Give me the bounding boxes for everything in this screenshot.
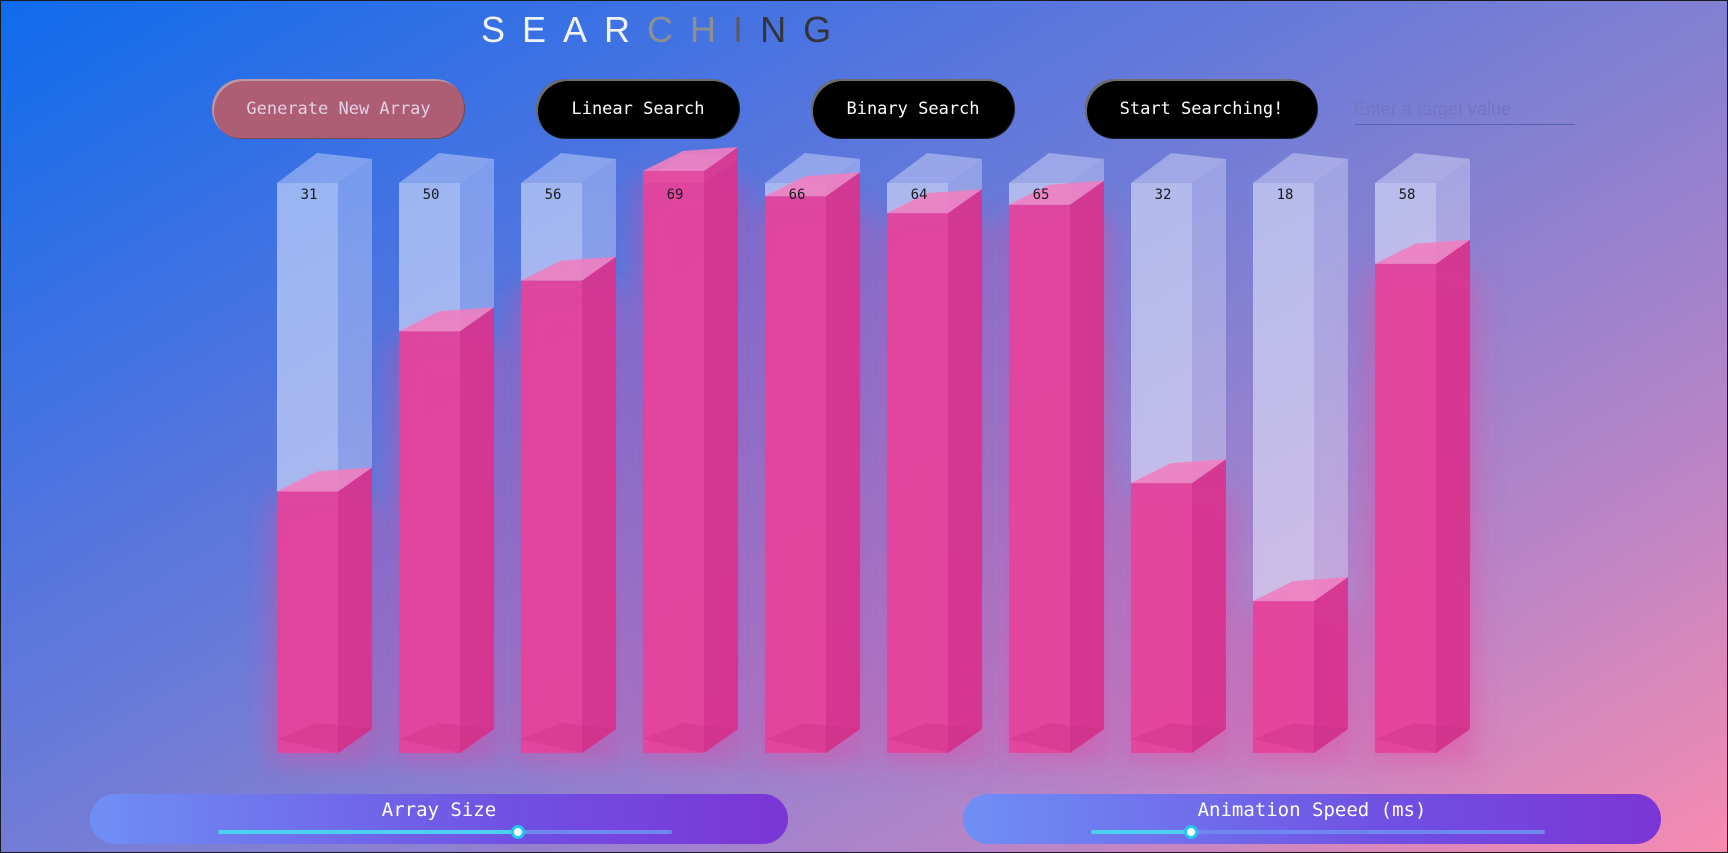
bar-glass-side [1192, 159, 1226, 484]
array-size-label: Array Size [381, 799, 497, 821]
array-size-slider-thumb[interactable] [510, 825, 525, 839]
title-letter: S [481, 9, 523, 50]
animation-speed-slider-thumb[interactable] [1183, 825, 1198, 839]
bar-fill-front [521, 280, 582, 753]
array-bar[interactable]: 64 [881, 153, 988, 763]
bar-glass-side [460, 159, 494, 332]
bar-fill-side [704, 147, 738, 753]
bar-fill-side [948, 189, 982, 753]
bar-glass-front [1253, 183, 1314, 602]
bar-value-label: 56 [545, 187, 562, 203]
bar-fill-front [887, 213, 948, 753]
bar-fill-front [1009, 204, 1070, 753]
array-bar[interactable]: 65 [1003, 153, 1110, 763]
bar-glass-side [1314, 159, 1348, 602]
bar-fill-front [643, 171, 704, 753]
bar-fill-front [277, 491, 338, 753]
title-letter: N [760, 9, 804, 50]
title-letter: G [803, 9, 849, 50]
bar-value-label: 50 [423, 187, 440, 203]
bar-value-label: 32 [1155, 187, 1172, 203]
array-bar[interactable]: 18 [1247, 153, 1354, 763]
bar-fill-side [338, 467, 372, 753]
bar-fill-side [1070, 180, 1104, 753]
bar-fill-front [1375, 263, 1436, 753]
bar-fill-side [826, 172, 860, 754]
array-size-panel: Array Size [90, 794, 788, 844]
bar-fill-side [1192, 459, 1226, 753]
bar-fill-side [1436, 239, 1470, 754]
bar-fill-front [399, 331, 460, 753]
title-letter: C [647, 9, 691, 50]
array-bar[interactable]: 58 [1369, 153, 1476, 763]
array-bar[interactable]: 56 [515, 153, 622, 763]
bar-fill-front [765, 196, 826, 754]
title-letter: H [690, 9, 734, 50]
array-bar[interactable]: 66 [759, 153, 866, 764]
array-bar[interactable]: 32 [1125, 153, 1232, 763]
bar-value-label: 66 [789, 187, 806, 203]
array-bar[interactable]: 50 [393, 153, 500, 763]
target-value-input[interactable] [1354, 95, 1575, 125]
array-bar[interactable]: 69 [637, 147, 744, 763]
binary-search-button[interactable]: Binary Search [811, 79, 1015, 139]
title-letter: R [604, 9, 648, 50]
animation-speed-label: Animation Speed (ms) [1197, 799, 1427, 821]
title-letter: I [733, 9, 761, 50]
bar-glass-front [277, 183, 338, 492]
title-letter: E [522, 9, 564, 50]
animation-speed-fill [1091, 830, 1191, 834]
title-letter: A [563, 9, 605, 50]
generate-array-button[interactable]: Generate New Array [212, 79, 465, 139]
bar-value-label: 18 [1277, 187, 1294, 203]
bar-glass-front [1131, 183, 1192, 484]
bar-value-label: 69 [667, 187, 684, 203]
bar-glass-front [399, 183, 460, 332]
start-searching-button[interactable]: Start Searching! [1085, 79, 1318, 139]
bar-fill-side [460, 307, 494, 753]
array-bar[interactable]: 31 [271, 153, 378, 763]
bar-value-label: 65 [1033, 187, 1050, 203]
bar-fill-front [1131, 483, 1192, 753]
bar-value-label: 58 [1399, 187, 1416, 203]
bar-value-label: 64 [911, 187, 928, 203]
bar-fill-side [582, 256, 616, 753]
array-size-fill [218, 830, 518, 834]
linear-search-button[interactable]: Linear Search [536, 79, 740, 139]
animation-speed-panel: Animation Speed (ms) [963, 794, 1661, 844]
bar-glass-side [338, 159, 372, 492]
bar-value-label: 31 [301, 187, 318, 203]
page-title: S E A R C H I N G [481, 9, 848, 51]
